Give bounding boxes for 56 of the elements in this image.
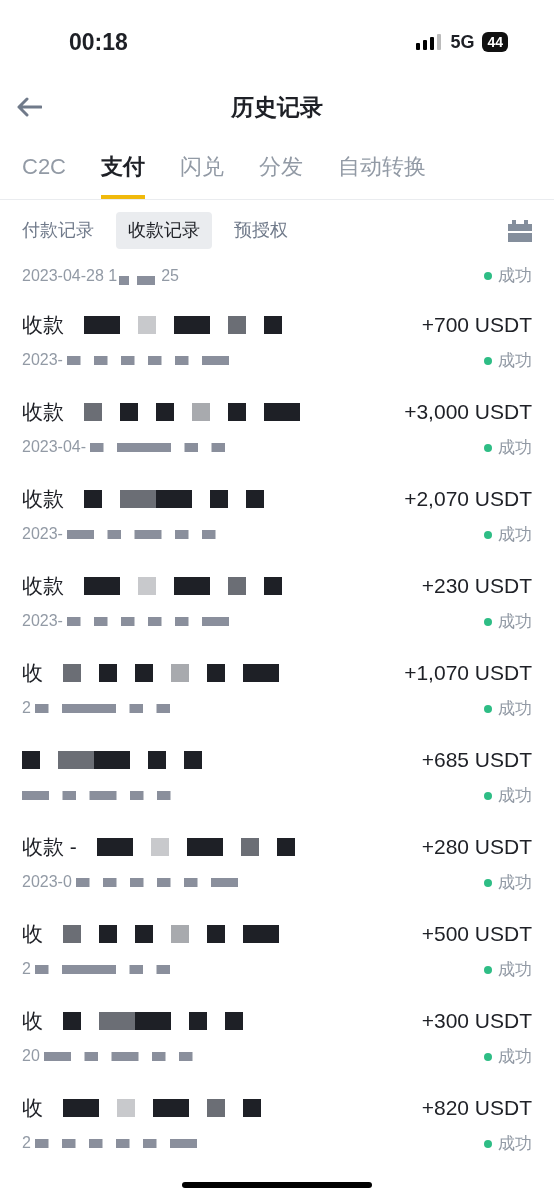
- record-title: 收款: [22, 486, 64, 513]
- record-title: 收款: [22, 399, 64, 426]
- record-amount: +1,070 USDT: [404, 660, 532, 686]
- signal-icon: [416, 34, 443, 50]
- record-date: 2: [22, 959, 31, 979]
- record-amount: +3,000 USDT: [404, 399, 532, 425]
- status-label: 成功: [498, 350, 532, 372]
- record-date: 2023-04-: [22, 437, 87, 457]
- network-label: 5G: [450, 30, 475, 54]
- record-title: 收: [22, 1095, 43, 1122]
- record-title: 收款: [22, 312, 64, 339]
- back-arrow-icon[interactable]: [16, 97, 42, 117]
- battery-icon: 44: [482, 32, 508, 52]
- record-title: 收: [22, 660, 43, 687]
- status-label: 成功: [498, 872, 532, 894]
- tab[interactable]: 支付: [101, 146, 145, 199]
- record-amount: +500 USDT: [421, 921, 532, 947]
- record-amount: +280 USDT: [421, 834, 532, 860]
- record-amount: +700 USDT: [421, 312, 532, 338]
- record-title: 收款 -: [22, 834, 77, 861]
- status-label: 成功: [498, 437, 532, 459]
- sub-tab[interactable]: 收款记录: [116, 212, 212, 249]
- record-date: 2023-0: [22, 872, 72, 892]
- status-label: 成功: [498, 524, 532, 546]
- record-amount: +685 USDT: [421, 747, 532, 773]
- record-date: 2: [22, 1133, 31, 1153]
- record-amount: +300 USDT: [421, 1008, 532, 1034]
- status-label: 成功: [498, 611, 532, 633]
- record-date: 2: [22, 698, 31, 718]
- status-label: 成功: [498, 265, 532, 288]
- page-title: 历史记录: [231, 92, 323, 122]
- status-label: 成功: [498, 959, 532, 981]
- record-title: 收: [22, 1008, 43, 1035]
- record-amount: +2,070 USDT: [404, 486, 532, 512]
- status-time: 00:18: [69, 27, 128, 57]
- record-date: 2023-: [22, 350, 63, 370]
- record-amount: +820 USDT: [421, 1095, 532, 1121]
- record-title: 收: [22, 921, 43, 948]
- sub-tab[interactable]: 预授权: [222, 212, 300, 249]
- record-date: 20: [22, 1046, 40, 1066]
- record-date: 2023-04-28 1: [22, 266, 118, 286]
- sub-tab[interactable]: 付款记录: [10, 212, 106, 249]
- tab[interactable]: C2C: [22, 146, 66, 199]
- tab[interactable]: 自动转换: [338, 146, 426, 199]
- record-title: 收款: [22, 573, 64, 600]
- record-date: 25: [161, 266, 179, 286]
- status-label: 成功: [498, 785, 532, 807]
- calendar-icon[interactable]: [508, 219, 532, 242]
- status-label: 成功: [498, 698, 532, 720]
- record-date: 2023-: [22, 524, 63, 544]
- record-amount: +230 USDT: [421, 573, 532, 599]
- tab[interactable]: 闪兑: [180, 146, 224, 199]
- status-label: 成功: [498, 1133, 532, 1155]
- status-label: 成功: [498, 1046, 532, 1068]
- tab[interactable]: 分发: [259, 146, 303, 199]
- record-date: 2023-: [22, 611, 63, 631]
